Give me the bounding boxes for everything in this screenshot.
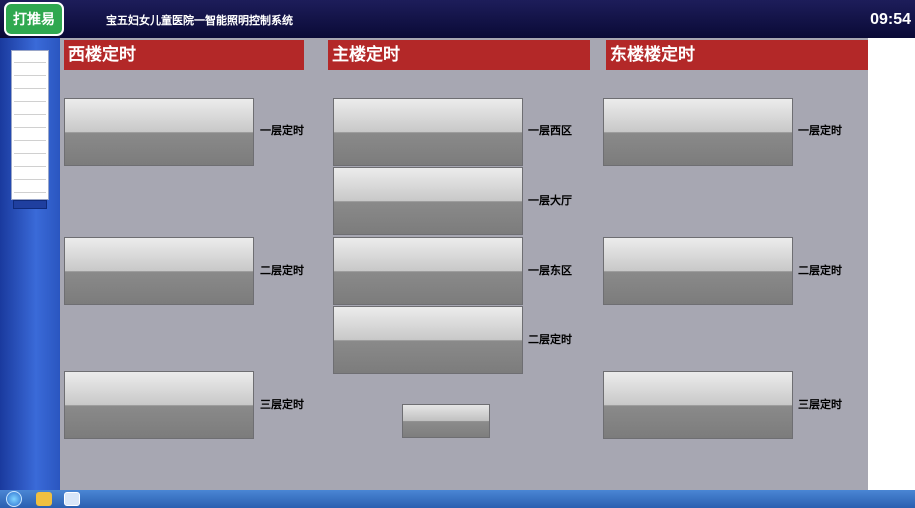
zone-label-main-2: 一层大厅 [528, 195, 572, 207]
list-item[interactable] [14, 144, 46, 154]
left-panel-button[interactable] [13, 200, 47, 209]
timer-panel-main-1[interactable] [333, 98, 523, 166]
timer-panel-east-3[interactable] [603, 371, 793, 439]
list-item[interactable] [14, 53, 46, 63]
app-window-icon[interactable] [64, 492, 80, 506]
zone-label-main-3: 一层东区 [528, 265, 572, 277]
title-bar: 打推易 宝五妇女儿童医院一智能照明控制系统 09:54 [0, 0, 915, 38]
app-logo: 打推易 [4, 2, 64, 36]
list-item[interactable] [14, 66, 46, 76]
section-header-west: 西楼定时 [64, 40, 304, 70]
timer-panel-main-4[interactable] [333, 306, 523, 374]
window-title: 宝五妇女儿童医院一智能照明控制系统 [106, 15, 293, 27]
zone-label-east-2: 二层定时 [798, 265, 842, 277]
timer-panel-west-3[interactable] [64, 371, 254, 439]
timer-panel-west-2[interactable] [64, 237, 254, 305]
timer-panel-main-2[interactable] [333, 167, 523, 235]
right-margin [868, 38, 915, 490]
zone-label-main-1: 一层西区 [528, 125, 572, 137]
zone-label-east-1: 一层定时 [798, 125, 842, 137]
main-work-area: 西楼定时 一层定时 二层定时 三层定时 主楼定时 一层西区 一层大厅 一层东区 [60, 38, 868, 490]
clock: 09:54 [870, 11, 911, 28]
list-item[interactable] [14, 183, 46, 193]
section-header-east: 东楼楼定时 [606, 40, 868, 70]
timer-panel-east-2[interactable] [603, 237, 793, 305]
taskbar [0, 490, 915, 508]
left-panel [0, 38, 60, 490]
list-item[interactable] [14, 118, 46, 128]
section-header-main: 主楼定时 [328, 40, 590, 70]
zone-label-west-1: 一层定时 [260, 125, 304, 137]
timer-panel-west-1[interactable] [64, 98, 254, 166]
zone-label-main-4: 二层定时 [528, 334, 572, 346]
list-item[interactable] [14, 105, 46, 115]
list-item[interactable] [14, 157, 46, 167]
list-item[interactable] [14, 131, 46, 141]
folder-icon[interactable] [36, 492, 52, 506]
zone-label-east-3: 三层定时 [798, 399, 842, 411]
zone-label-west-3: 三层定时 [260, 399, 304, 411]
list-item[interactable] [14, 170, 46, 180]
left-list [11, 50, 49, 200]
screen: 打推易 宝五妇女儿童医院一智能照明控制系统 09:54 西楼定时 一层定时 二层… [0, 0, 915, 508]
demo-button[interactable] [402, 404, 490, 438]
zone-label-west-2: 二层定时 [260, 265, 304, 277]
list-item[interactable] [14, 79, 46, 89]
timer-panel-east-1[interactable] [603, 98, 793, 166]
list-item[interactable] [14, 92, 46, 102]
timer-panel-main-3[interactable] [333, 237, 523, 305]
start-button[interactable] [6, 491, 22, 507]
